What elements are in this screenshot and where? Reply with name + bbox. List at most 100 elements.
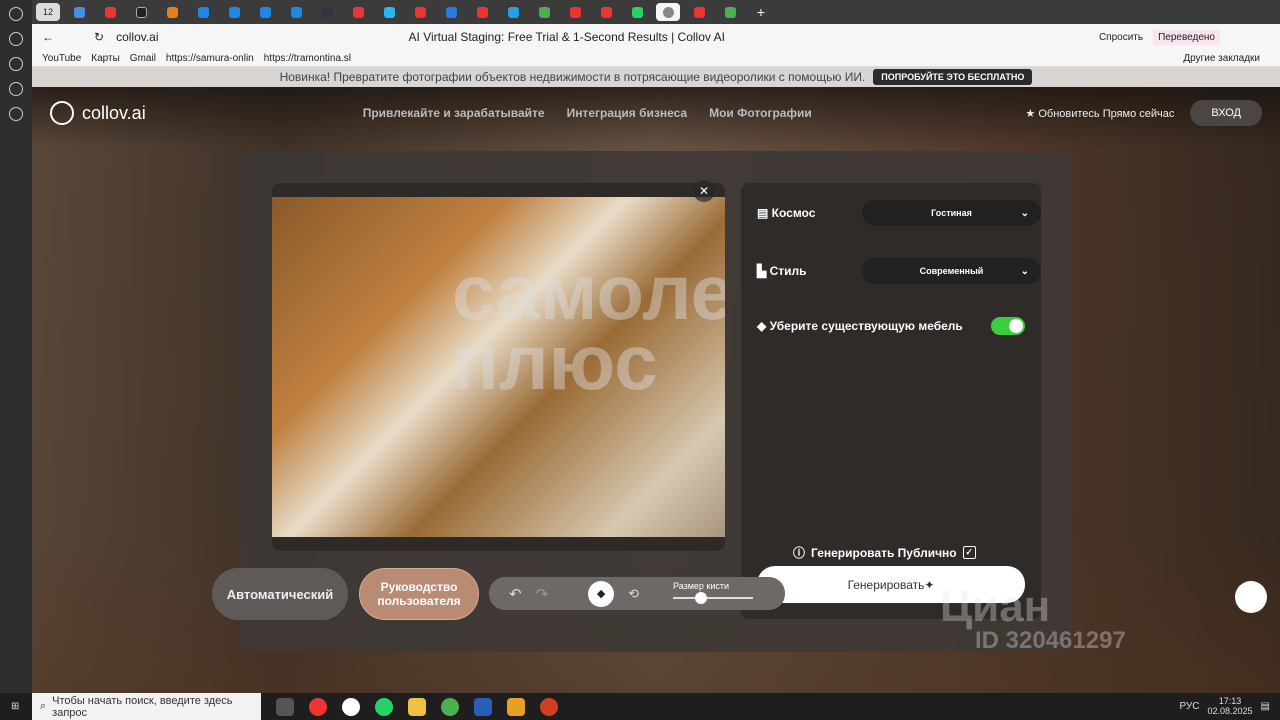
app-icon[interactable] [507,697,525,716]
tab[interactable] [563,3,587,21]
tab[interactable] [439,3,463,21]
new-tab-icon[interactable]: + [749,3,773,21]
tabs-icon[interactable] [9,32,23,46]
logo[interactable]: collov.ai [50,101,146,125]
reset-icon[interactable]: ⟲ [628,586,639,602]
ask-button[interactable]: Спросить [1099,32,1143,43]
close-icon[interactable]: ✕ [693,180,715,202]
tab[interactable] [222,3,246,21]
taskbar-search[interactable]: ⌕ Чтобы начать поиск, введите здесь запро… [32,693,261,720]
space-label: Космос [771,206,816,220]
photo-watermark: самолет плюс [452,248,725,407]
bookmarks-bar: YouTube Карты Gmail https://samura-onlin… [32,50,1280,67]
site-header: collov.ai Привлекайте и зарабатывайте Ин… [32,87,1280,139]
sparkle-icon: ✦ [924,577,935,592]
tab[interactable] [67,3,91,21]
reload-icon[interactable]: ↻ [94,30,104,44]
tab-counter[interactable]: 12 [36,3,60,21]
tab[interactable] [501,3,525,21]
nav-business[interactable]: Интеграция бизнеса [567,106,688,120]
tab[interactable] [160,3,184,21]
tab-active[interactable] [656,3,680,21]
tray-lang[interactable]: РУС [1179,701,1199,712]
browser-sidebar [0,0,32,693]
taskbar: ⊞ ⌕ Чтобы начать поиск, введите здесь зап… [0,693,1280,720]
photo-card: самолет плюс ✕ [272,180,725,551]
screenshot-icon[interactable] [9,107,23,121]
logo-icon [50,101,74,125]
whatsapp-icon[interactable] [375,697,393,716]
space-icon: ▤ [757,206,772,220]
play-icon[interactable] [9,57,23,71]
public-label: Генерировать Публично [811,545,957,560]
chevron-down-icon: ⌄ [1020,265,1029,277]
task-view-icon[interactable] [276,697,294,716]
clock[interactable]: 17:13 02.08.2025 [1208,696,1253,717]
space-select[interactable]: Гостиная ⌄ [862,200,1041,226]
explorer-icon[interactable] [408,697,426,716]
eraser-icon: ◆ [757,319,770,333]
slider-thumb[interactable] [695,592,707,604]
upgrade-label: Обновитесь Прямо сейчас [1038,107,1175,120]
tab[interactable] [532,3,556,21]
public-checkbox[interactable]: ✓ [962,546,976,559]
bookmark[interactable]: https://tramontina.sl [264,53,351,64]
tab[interactable] [315,3,339,21]
brush-size-label: Размер кисти [673,581,730,591]
tab[interactable] [346,3,370,21]
bookmark[interactable]: YouTube [42,53,81,64]
user-guide-button[interactable]: Руководство пользователя [359,568,479,620]
search-icon: ⌕ [40,700,47,712]
tab[interactable] [129,3,153,21]
try-free-button[interactable]: ПОПРОБУЙТЕ ЭТО БЕСПЛАТНО [873,69,1033,85]
tab[interactable] [594,3,618,21]
remove-furniture-toggle[interactable] [991,317,1025,335]
tab[interactable] [687,3,711,21]
tab[interactable] [191,3,215,21]
chrome-icon[interactable] [441,697,459,716]
cian-watermark: Циан ID 320461297 [940,582,1126,654]
search-placeholder: Чтобы начать поиск, введите здесь запрос [52,694,233,719]
eraser-tool-icon[interactable]: ◆ [588,580,615,607]
word-icon[interactable] [474,697,492,716]
bookmark[interactable]: https://samura-onlin [166,53,254,64]
redo-icon[interactable]: ↷ [536,585,549,603]
tab[interactable] [470,3,494,21]
brush-toolbar: ↶ ↷ ◆ ⟲ Размер кисти [489,577,785,610]
style-select[interactable]: Современный ⌄ [862,258,1041,284]
tab[interactable] [253,3,277,21]
powerpoint-icon[interactable] [540,697,558,716]
back-icon[interactable]: ← [42,30,54,44]
translated-button[interactable]: Переведено [1153,29,1220,45]
tab[interactable] [718,3,742,21]
staging-modal: самолет плюс ✕ ▤ Космос Гостиная ⌄ ▙ Стил… [212,151,1072,652]
info-icon[interactable]: ⓘ [793,544,805,561]
tab[interactable] [377,3,401,21]
undo-icon[interactable]: ↶ [509,585,522,603]
tab[interactable] [408,3,432,21]
chat-icon[interactable] [1235,581,1267,613]
address-bar: ← ↻ collov.ai AI Virtual Staging: Free T… [32,24,1280,50]
uploaded-photo: самолет плюс [272,197,725,537]
tab-strip: 12 + [32,0,1280,24]
nav-earn[interactable]: Привлекайте и зарабатывайте [363,106,545,120]
notifications-icon[interactable]: ▤ [1261,701,1270,712]
tab[interactable] [284,3,308,21]
yandex-browser-icon[interactable] [342,697,360,716]
url[interactable]: collov.ai [116,30,158,44]
nav-my-photos[interactable]: Мои Фотографии [709,106,812,120]
yandex-icon[interactable] [309,697,327,716]
calendar-icon[interactable] [9,82,23,96]
bookmark[interactable]: Карты [91,53,120,64]
login-button[interactable]: ВХОД [1190,100,1262,126]
tab[interactable] [98,3,122,21]
upgrade-link[interactable]: ★ Обновитесь Прямо сейчас [1025,107,1174,120]
auto-button[interactable]: Автоматический [212,568,348,620]
tab[interactable] [625,3,649,21]
history-icon[interactable] [9,7,23,21]
brush-size-slider[interactable]: Размер кисти [673,581,753,604]
other-bookmarks[interactable]: Другие закладки [1183,53,1260,64]
bookmark[interactable]: Gmail [130,53,156,64]
page-title: AI Virtual Staging: Free Trial & 1-Secon… [408,30,725,44]
windows-start-icon[interactable]: ⊞ [11,701,19,712]
